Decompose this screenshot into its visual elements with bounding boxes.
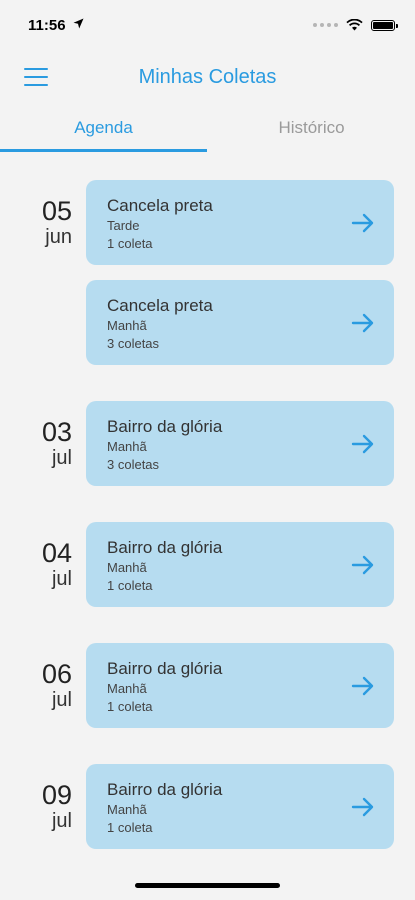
day-group: 04 jul Bairro da glória Manhã 1 coleta xyxy=(0,522,415,607)
day-group: 05 jun Cancela preta Tarde 1 coleta Cancela p… xyxy=(0,180,415,365)
collection-cards: Bairro da glória Manhã 3 coletas xyxy=(86,401,394,486)
tab-historico[interactable]: Histórico xyxy=(208,108,415,153)
location-arrow-icon xyxy=(73,18,84,29)
status-indicators xyxy=(313,19,398,31)
collection-cards: Bairro da glória Manhã 1 coleta xyxy=(86,522,394,607)
collection-count: 1 coleta xyxy=(107,699,153,714)
page-title: Minhas Coletas xyxy=(138,66,277,88)
day-group: 09 jul Bairro da glória Manhã 1 coleta xyxy=(0,764,415,849)
collection-card[interactable]: Bairro da glória Manhã 1 coleta xyxy=(86,522,394,607)
collection-card[interactable]: Cancela preta Tarde 1 coleta xyxy=(86,180,394,265)
collection-count: 3 coletas xyxy=(107,336,160,351)
collection-cards: Bairro da glória Manhã 1 coleta xyxy=(86,764,394,849)
day-group: 06 jul Bairro da glória Manhã 1 coleta xyxy=(0,643,415,728)
schedule-list: 05 jun Cancela preta Tarde 1 coleta Cancela p… xyxy=(0,180,415,885)
date-month: jun xyxy=(45,226,72,248)
date-day: 05 xyxy=(41,196,72,226)
status-bar: 11:56 xyxy=(0,0,415,54)
date-day: 03 xyxy=(41,417,72,447)
arrow-right-icon xyxy=(351,797,374,817)
tab-bar: Agenda Histórico xyxy=(0,108,415,153)
collection-card[interactable]: Cancela preta Manhã 3 coletas xyxy=(86,280,394,365)
battery-icon xyxy=(371,19,398,31)
date-day: 04 xyxy=(41,538,72,568)
collection-count: 1 coleta xyxy=(107,578,153,593)
cellular-signal-icon xyxy=(313,23,338,27)
date-label: 09 jul xyxy=(0,780,72,832)
collection-card[interactable]: Bairro da glória Manhã 1 coleta xyxy=(86,764,394,849)
tab-agenda[interactable]: Agenda xyxy=(0,108,207,153)
collection-card[interactable]: Bairro da glória Manhã 3 coletas xyxy=(86,401,394,486)
collection-cards: Cancela preta Tarde 1 coleta Cancela preta M… xyxy=(86,180,394,365)
collection-count: 1 coleta xyxy=(107,820,153,835)
date-day: 09 xyxy=(41,780,72,810)
arrow-right-icon xyxy=(351,213,374,233)
home-indicator xyxy=(135,883,280,888)
date-label: 03 jul xyxy=(0,417,72,469)
wifi-icon xyxy=(346,19,363,31)
arrow-right-icon xyxy=(351,313,374,333)
collection-count: 3 coletas xyxy=(107,457,160,472)
arrow-right-icon xyxy=(351,434,374,454)
date-label: 06 jul xyxy=(0,659,72,711)
collection-card[interactable]: Bairro da glória Manhã 1 coleta xyxy=(86,643,394,728)
date-label: 05 jun xyxy=(0,196,72,248)
collection-count: 1 coleta xyxy=(107,236,153,251)
status-time: 11:56 xyxy=(28,17,66,34)
date-month: jul xyxy=(51,447,72,469)
app-header: Minhas Coletas xyxy=(0,54,415,104)
date-month: jul xyxy=(51,568,72,590)
day-group: 03 jul Bairro da glória Manhã 3 coletas xyxy=(0,401,415,486)
date-label: 04 jul xyxy=(0,538,72,590)
collection-cards: Bairro da glória Manhã 1 coleta xyxy=(86,643,394,728)
date-month: jul xyxy=(51,810,72,832)
date-day: 06 xyxy=(41,659,72,689)
arrow-right-icon xyxy=(351,676,374,696)
arrow-right-icon xyxy=(351,555,374,575)
date-month: jul xyxy=(51,689,72,711)
active-tab-indicator xyxy=(0,149,207,152)
